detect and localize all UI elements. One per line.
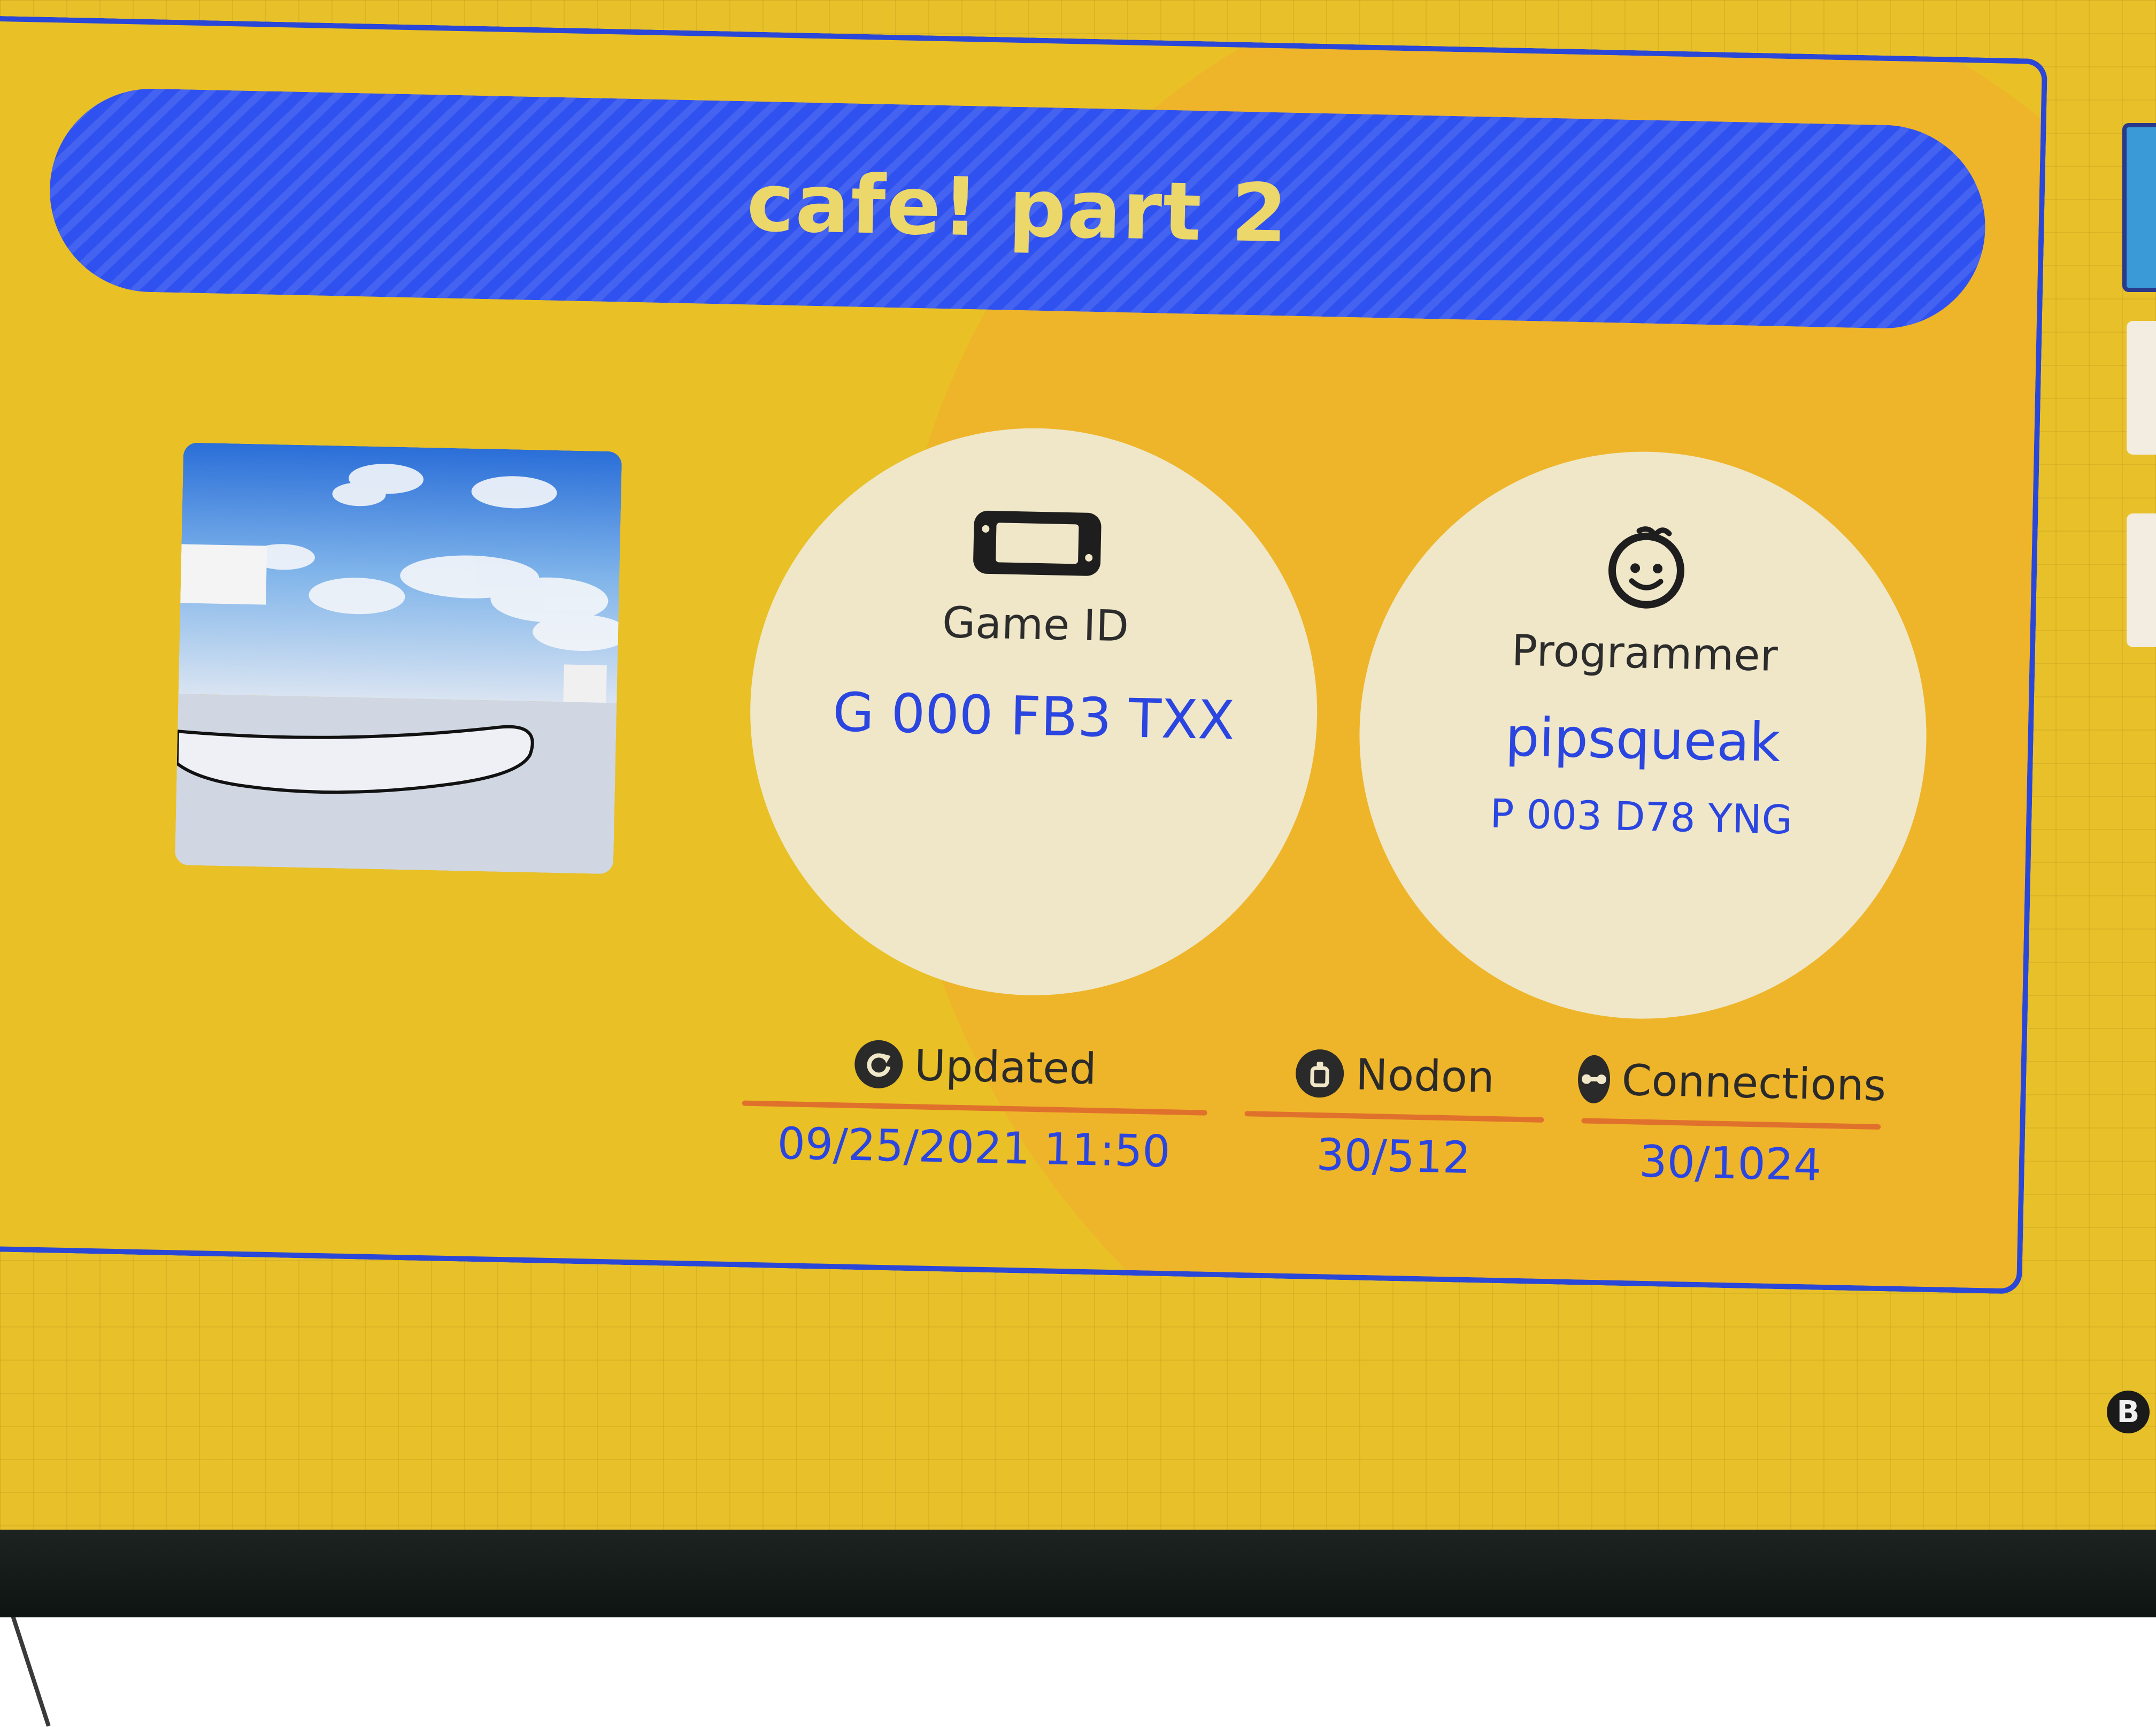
console-icon	[969, 507, 1105, 581]
updated-value: 09/25/2021 11:50	[776, 1118, 1171, 1178]
side-tab-1[interactable]	[2122, 123, 2156, 292]
game-screen: cafe! part 2 Game ID G 000 FB3 TXX Progr…	[0, 0, 2156, 1727]
programmer-face-icon	[1600, 520, 1693, 616]
game-id-value: G 000 FB3 TXX	[832, 680, 1235, 752]
game-thumbnail	[174, 442, 622, 874]
thumbnail-sign-left	[180, 544, 267, 605]
connections-divider	[1581, 1118, 1881, 1130]
nodon-divider	[1244, 1111, 1544, 1123]
connections-label: Connections	[1621, 1055, 1887, 1110]
programmer-id: P 003 D78 YNG	[1489, 790, 1793, 843]
game-id-label: Game ID	[942, 597, 1129, 651]
programmer-name: pipsqueak	[1504, 705, 1781, 774]
updated-divider	[742, 1100, 1207, 1116]
game-title: cafe! part 2	[745, 156, 1289, 261]
stat-nodon: Nodon 30/512	[1243, 1042, 1545, 1185]
nodon-icon	[1295, 1049, 1345, 1099]
updated-label: Updated	[914, 1040, 1097, 1094]
back-button[interactable]: B	[2107, 1391, 2150, 1433]
side-tab-3[interactable]	[2127, 513, 2156, 647]
side-tab-2[interactable]	[2127, 321, 2156, 455]
connections-value: 30/1024	[1638, 1136, 1822, 1191]
cable	[0, 1215, 214, 1727]
programmer-label: Programmer	[1511, 625, 1778, 681]
game-info-card: cafe! part 2 Game ID G 000 FB3 TXX Progr…	[0, 16, 2048, 1294]
connection-icon	[1577, 1055, 1611, 1104]
screen-bezel	[0, 1530, 2156, 1617]
stat-connections: Connections 30/1024	[1577, 1049, 1886, 1192]
title-banner: cafe! part 2	[48, 87, 1988, 331]
nodon-value: 30/512	[1315, 1130, 1472, 1184]
refresh-icon	[854, 1039, 903, 1089]
nodon-label: Nodon	[1355, 1049, 1495, 1102]
stat-updated: Updated 09/25/2021 11:50	[741, 1032, 1208, 1178]
